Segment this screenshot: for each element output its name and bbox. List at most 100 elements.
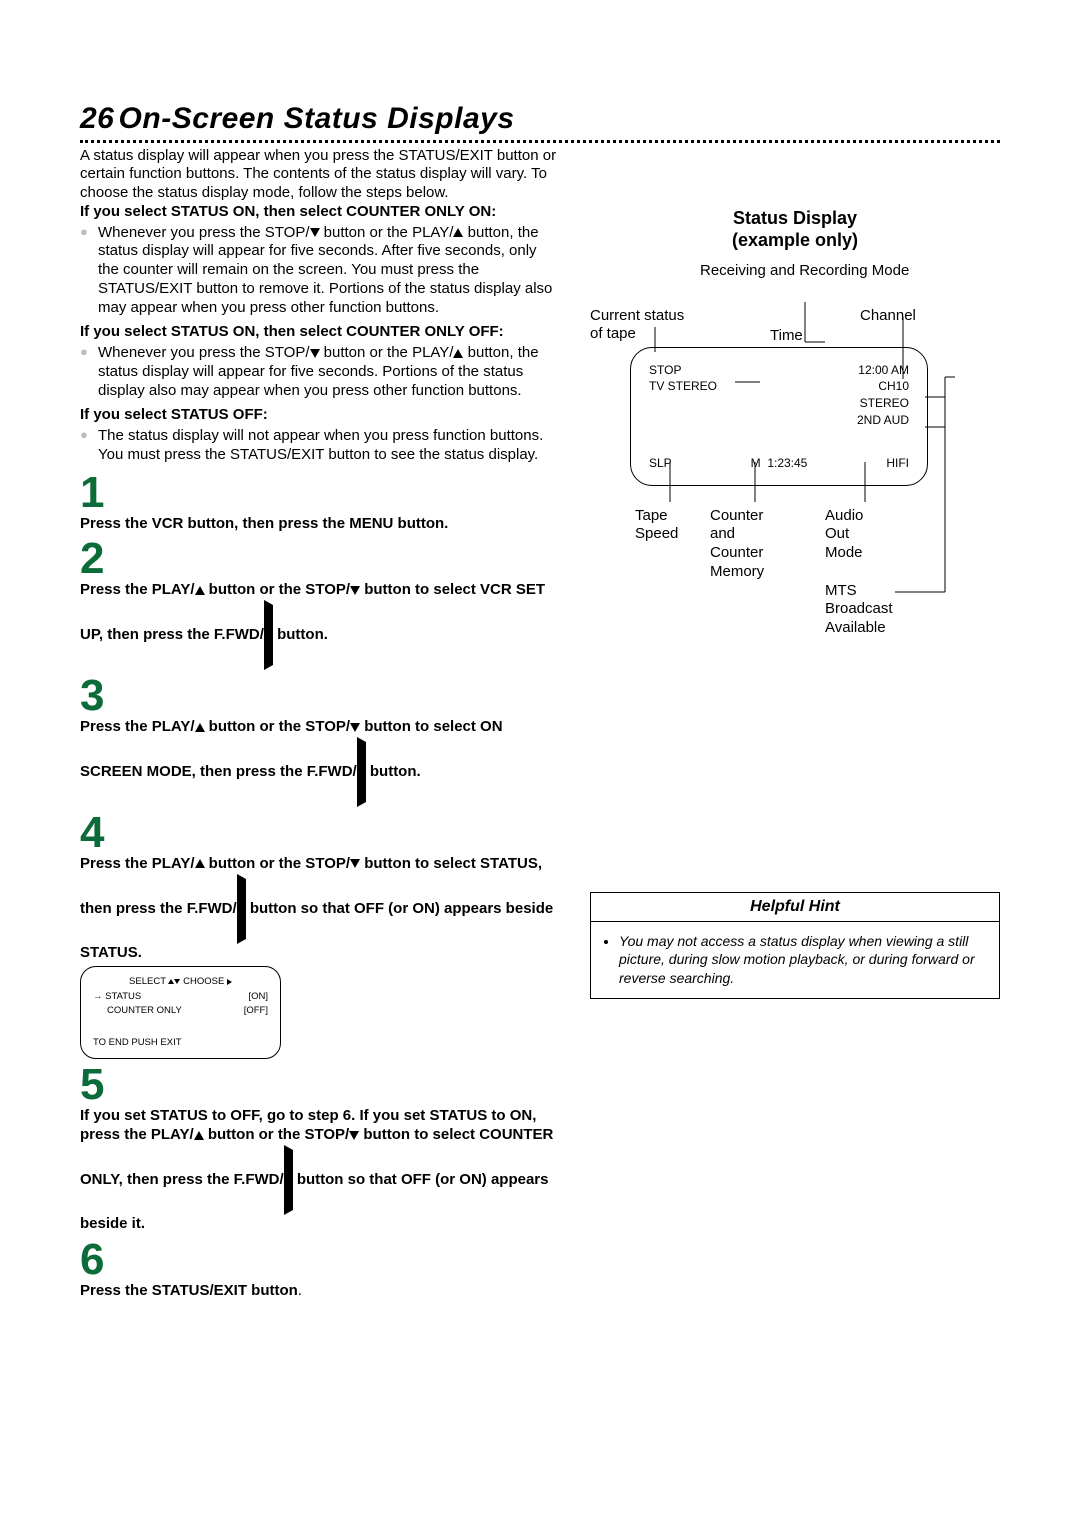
osd2-2ndaud: 2ND AUD — [857, 412, 909, 429]
t: button or the STOP/ — [205, 718, 351, 735]
t: button or the STOP/ — [205, 581, 351, 598]
left-column: A status display will appear when you pr… — [80, 147, 560, 1301]
label-tapespeed: TapeSpeed — [635, 507, 678, 545]
osd2-stop: STOP — [649, 362, 717, 379]
step-2-number: 2 — [80, 537, 560, 581]
triangle-down-icon — [349, 1131, 359, 1140]
step-3-text: Press the PLAY/ button or the STOP/ butt… — [80, 718, 560, 807]
triangle-down-icon — [350, 723, 360, 732]
option2-list: Whenever you press the STOP/ button or t… — [80, 344, 560, 400]
option3-list: The status display will not appear when … — [80, 427, 560, 465]
label-mts: MTSBroadcastAvailable — [825, 582, 893, 638]
intro-text: A status display will appear when you pr… — [80, 147, 560, 203]
osd2-ch: CH10 — [857, 378, 909, 395]
triangle-down-icon — [350, 859, 360, 868]
label-time: Time — [770, 327, 803, 346]
option2-item: Whenever you press the STOP/ button or t… — [80, 344, 560, 400]
osd2-row1: STOP TV STEREO 12:00 AM CH10 STEREO 2ND … — [649, 362, 909, 429]
osd2-clock: 12:00 AM — [857, 362, 909, 379]
step-2-text: Press the PLAY/ button or the STOP/ butt… — [80, 581, 560, 670]
right-column: Status Display (example only) Receiving … — [590, 147, 1000, 1301]
option2-header: If you select STATUS ON, then select COU… — [80, 323, 560, 342]
option1-list: Whenever you press the STOP/ button or t… — [80, 224, 560, 318]
t: button or the STOP/ — [205, 855, 351, 872]
osd-row: COUNTER ONLY [OFF] — [93, 1004, 268, 1018]
right-header: Status Display (example only) — [590, 207, 1000, 252]
t: button or the PLAY/ — [320, 224, 454, 241]
triangle-down-icon — [350, 586, 360, 595]
label-counter: CounterandCounterMemory — [710, 507, 764, 582]
osd2-tvstereo: TV STEREO — [649, 378, 717, 395]
osd2-left: STOP TV STEREO — [649, 362, 717, 429]
t: Whenever you press the STOP/ — [98, 344, 310, 361]
osd-row: → STATUS [ON] — [93, 990, 268, 1004]
triangle-right-icon — [227, 979, 232, 985]
t: button or the PLAY/ — [320, 344, 454, 361]
osd2-hifi: HIFI — [886, 455, 909, 472]
step-3-number: 3 — [80, 674, 560, 718]
osd-counter-val: [OFF] — [244, 1004, 268, 1018]
hint-body: You may not access a status display when… — [591, 922, 999, 999]
step-1-number: 1 — [80, 471, 560, 515]
t: Press the PLAY/ — [80, 855, 195, 872]
t: button. — [273, 626, 328, 643]
osd2-counter: M 1:23:45 — [751, 455, 808, 472]
osd2-slp: SLP — [649, 455, 672, 472]
option3-header: If you select STATUS OFF: — [80, 406, 560, 425]
page-number: 26 — [80, 102, 114, 135]
triangle-up-icon — [194, 1131, 204, 1140]
option1-item: Whenever you press the STOP/ button or t… — [80, 224, 560, 318]
t: (example only) — [590, 229, 1000, 252]
option1-header: If you select STATUS ON, then select COU… — [80, 203, 560, 222]
osd-end: TO END PUSH EXIT — [93, 1036, 268, 1050]
triangle-up-icon — [453, 228, 463, 237]
osd2-stereo: STEREO — [857, 395, 909, 412]
step-6-number: 6 — [80, 1238, 560, 1282]
t: 1:23:45 — [767, 456, 807, 470]
label-receiving: Receiving and Recording Mode — [700, 262, 900, 281]
page-title-row: 26 On-Screen Status Displays — [80, 100, 1000, 143]
hint-text: You may not access a status display when… — [619, 932, 985, 989]
t: M — [751, 456, 761, 470]
osd-status: → STATUS — [93, 990, 141, 1004]
step-5-text: If you set STATUS to OFF, go to step 6. … — [80, 1107, 560, 1233]
triangle-up-icon — [195, 586, 205, 595]
triangle-up-icon — [195, 723, 205, 732]
helpful-hint-box: Helpful Hint You may not access a status… — [590, 892, 1000, 1000]
t: button or the STOP/ — [204, 1126, 350, 1143]
step-4-number: 4 — [80, 811, 560, 855]
t: Whenever you press the STOP/ — [98, 224, 310, 241]
osd-select: SELECT — [129, 976, 166, 987]
triangle-right-icon — [284, 1145, 293, 1215]
osd2-right: 12:00 AM CH10 STEREO 2ND AUD — [857, 362, 909, 429]
triangle-down-icon — [310, 349, 320, 358]
triangle-up-icon — [453, 349, 463, 358]
t: Press the PLAY/ — [80, 581, 195, 598]
osd2-row2: SLP M 1:23:45 HIFI — [649, 455, 909, 472]
step-6-text: Press the STATUS/EXIT button. — [80, 1282, 560, 1301]
osd-top: SELECT CHOOSE — [93, 975, 268, 989]
columns: A status display will appear when you pr… — [80, 147, 1000, 1301]
osd-counter: COUNTER ONLY — [93, 1004, 182, 1018]
label-channel: Channel — [860, 307, 916, 326]
triangle-down-icon — [310, 228, 320, 237]
osd-status-val: [ON] — [248, 990, 268, 1004]
triangle-down-icon — [174, 979, 180, 984]
t: Press the PLAY/ — [80, 718, 195, 735]
page-title: On-Screen Status Displays — [119, 102, 515, 135]
page-title-text: On-Screen Status Displays — [119, 102, 515, 135]
hint-title: Helpful Hint — [591, 893, 999, 922]
t: STATUS — [105, 991, 141, 1002]
triangle-right-icon — [264, 600, 273, 670]
step-1-text: Press the VCR button, then press the MEN… — [80, 515, 560, 534]
t: Press the STATUS/EXIT button — [80, 1282, 298, 1299]
osd-menu-mock: SELECT CHOOSE → STATUS [ON] COUNTER ONLY… — [80, 966, 281, 1059]
t: . — [298, 1282, 302, 1299]
status-display-diagram: Receiving and Recording Mode Current sta… — [590, 262, 1000, 652]
t: Status Display — [590, 207, 1000, 230]
step-5-number: 5 — [80, 1063, 560, 1107]
osd2: STOP TV STEREO 12:00 AM CH10 STEREO 2ND … — [630, 347, 928, 487]
triangle-right-icon — [357, 737, 366, 807]
label-audio: AudioOutMode — [825, 507, 863, 563]
triangle-right-icon — [237, 874, 246, 944]
